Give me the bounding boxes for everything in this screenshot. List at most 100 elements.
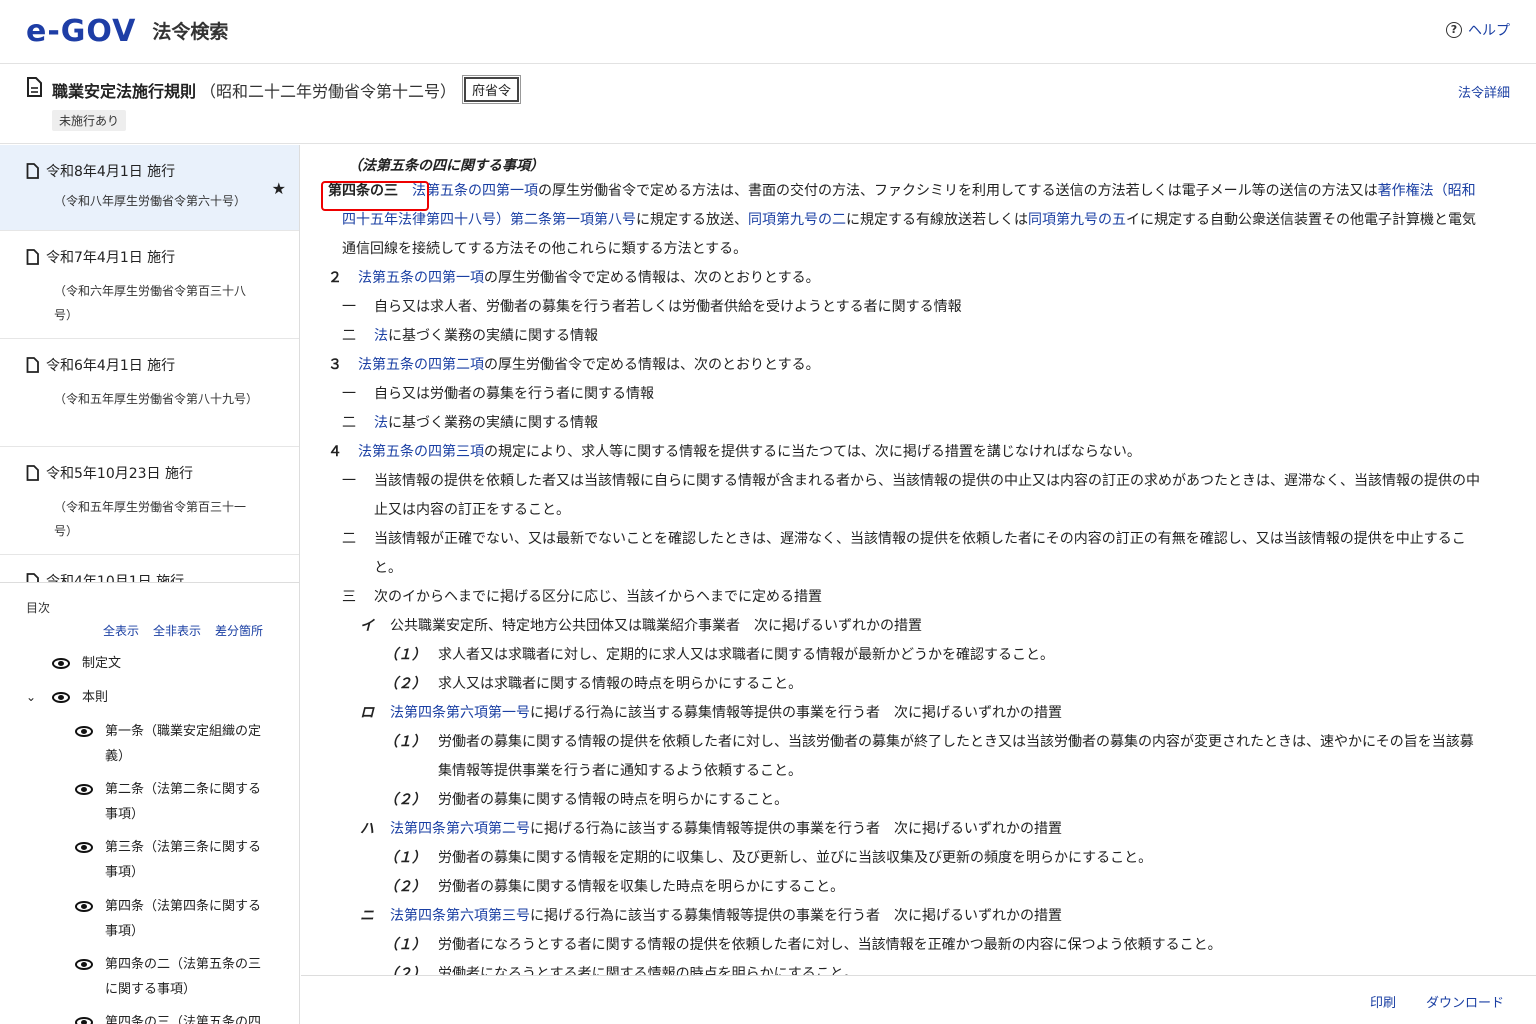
status-badge: 未施行あり bbox=[52, 110, 127, 131]
item-number: 二 bbox=[342, 415, 356, 431]
top-header: e-GOV 法令検索 ? ヘルプ bbox=[0, 0, 1536, 64]
eye-icon[interactable] bbox=[75, 901, 93, 912]
law-link[interactable]: 同項第九号の二 bbox=[748, 212, 846, 228]
text: に規定する放送、 bbox=[636, 212, 748, 228]
law-content: （法第五条の四に関する事項） 第四条の三 法第五条の四第一項の厚生労働省令で定め… bbox=[301, 145, 1536, 975]
law-link[interactable]: 同項第九号の五 bbox=[1028, 212, 1126, 228]
toc-item-label[interactable]: 本則 bbox=[82, 685, 108, 710]
eye-icon[interactable] bbox=[52, 692, 70, 703]
version-number: （令和八年厚生労働省令第六十号） bbox=[54, 194, 247, 208]
sub-item: ロ法第四条第六項第一号に掲げる行為に該当する募集情報等提供の事業を行う者 次に掲… bbox=[328, 699, 1483, 728]
text: に掲げる行為に該当する募集情報等提供の事業を行う者 次に掲げるいずれかの措置 bbox=[530, 908, 1062, 924]
toc-item-label[interactable]: 第三条（法第三条に関する事項） bbox=[105, 835, 265, 885]
law-link[interactable]: 法 bbox=[374, 415, 388, 431]
text: の規定により、求人等に関する情報を提供するに当たつては、次に掲げる措置を講じなけ… bbox=[484, 444, 1141, 460]
version-date: 令和7年4月1日 施行 bbox=[46, 250, 176, 266]
text: 次のイからヘまでに掲げる区分に応じ、当該イからヘまでに定める措置 bbox=[374, 589, 822, 605]
law-link[interactable]: 法第五条の四第二項 bbox=[358, 357, 484, 373]
eye-icon[interactable] bbox=[52, 658, 70, 669]
paragraph-3: ３ 法第五条の四第二項の厚生労働省令で定める情報は、次のとおりとする。 bbox=[328, 351, 1483, 380]
version-item[interactable]: 令和4年10月1日 施行 bbox=[0, 555, 299, 583]
item-number: 二 bbox=[342, 328, 356, 344]
law-name: 職業安定法施行規則 bbox=[52, 81, 197, 101]
law-detail-link[interactable]: 法令詳細 bbox=[1458, 82, 1510, 101]
law-link[interactable]: 法第四条第六項第二号 bbox=[390, 821, 530, 837]
sub-sub-item: （１） 労働者の募集に関する情報を定期的に収集し、及び更新し、並びに当該収集及び更… bbox=[328, 844, 1483, 873]
law-link[interactable]: 法第四条第六項第一号 bbox=[390, 705, 530, 721]
law-type-badge: 府省令 bbox=[462, 75, 522, 104]
site-logo[interactable]: e-GOV 法令検索 bbox=[26, 16, 228, 48]
paragraph-number: ４ bbox=[328, 444, 342, 460]
toc-item-label[interactable]: 第四条の二（法第五条の三に関する事項） bbox=[105, 952, 265, 1002]
toc-item-label[interactable]: 制定文 bbox=[82, 651, 121, 676]
text: 当該情報の提供を依頼した者又は当該情報に自らに関する情報が含まれる者から、当該情… bbox=[374, 473, 1480, 518]
item-number: 一 bbox=[342, 473, 356, 489]
law-link[interactable]: 法第五条の四第三項 bbox=[358, 444, 484, 460]
toc-item[interactable]: 第三条（法第三条に関する事項） bbox=[75, 835, 265, 885]
item: 一 自ら又は労働者の募集を行う者に関する情報 bbox=[328, 380, 1483, 409]
sub-item-number: イ bbox=[360, 618, 374, 634]
version-item[interactable]: 令和5年10月23日 施行 （令和五年厚生労働省令第百三十一号） bbox=[0, 447, 299, 555]
version-item[interactable]: 令和7年4月1日 施行 （令和六年厚生労働省令第百三十八号） bbox=[0, 231, 299, 339]
document-icon bbox=[26, 163, 39, 179]
item: 二 法に基づく業務の実績に関する情報 bbox=[328, 322, 1483, 351]
text: 労働者の募集に関する情報を定期的に収集し、及び更新し、並びに当該収集及び更新の頻… bbox=[438, 850, 1153, 866]
toc-item[interactable]: 第二条（法第二条に関する事項） bbox=[75, 777, 265, 827]
toc-item[interactable]: 第四条の二（法第五条の三に関する事項） bbox=[75, 952, 265, 1002]
article-title: 第四条の三 bbox=[321, 181, 429, 211]
text: 労働者の募集に関する情報の提供を依頼した者に対し、当該労働者の募集が終了したとき… bbox=[438, 734, 1474, 779]
text: 自ら又は労働者の募集を行う者に関する情報 bbox=[374, 386, 654, 402]
version-item[interactable]: 令和8年4月1日 施行 （令和八年厚生労働省令第六十号） ★ bbox=[0, 145, 299, 231]
article-body: （法第五条の四に関する事項） 第四条の三 法第五条の四第一項の厚生労働省令で定め… bbox=[321, 155, 1483, 975]
highlight-box bbox=[321, 181, 429, 211]
law-title-bar: 職業安定法施行規則 （昭和二十二年労働省令第十二号） 府省令 未施行あり 法令詳… bbox=[0, 64, 1536, 144]
document-icon bbox=[26, 573, 39, 582]
toc-item-label[interactable]: 第一条（職業安定組織の定義） bbox=[105, 719, 265, 769]
eye-icon[interactable] bbox=[75, 1017, 93, 1024]
text: 求人又は求職者に関する情報の時点を明らかにすること。 bbox=[438, 676, 803, 692]
toc-item[interactable]: 第四条の三（法第五条の四に関する事項） bbox=[75, 1010, 265, 1024]
toc-item-label[interactable]: 第四条の三（法第五条の四に関する事項） bbox=[105, 1010, 265, 1024]
eye-icon[interactable] bbox=[75, 726, 93, 737]
eye-icon[interactable] bbox=[75, 959, 93, 970]
version-date: 令和4年10月1日 施行 bbox=[46, 574, 185, 583]
star-icon[interactable]: ★ bbox=[272, 179, 286, 198]
sub-item-number: ニ bbox=[360, 908, 374, 924]
hide-all-link[interactable]: 全非表示 bbox=[153, 622, 201, 639]
law-link[interactable]: 法第四条第六項第三号 bbox=[390, 908, 530, 924]
law-link[interactable]: 法第五条の四第一項 bbox=[412, 183, 538, 199]
text: 労働者になろうとする者に関する情報の時点を明らかにすること。 bbox=[438, 966, 858, 975]
eye-icon[interactable] bbox=[75, 842, 93, 853]
version-item[interactable]: 令和6年4月1日 施行 （令和五年厚生労働省令第八十九号） bbox=[0, 339, 299, 447]
print-link[interactable]: 印刷 bbox=[1370, 992, 1396, 1011]
toc-item[interactable]: 第四条（法第四条に関する事項） bbox=[75, 894, 265, 944]
sub-sub-item-number: （２） bbox=[384, 792, 426, 808]
table-of-contents: 目次 全表示 全非表示 差分箇所 制定文 本則 ⌄ 第一条（職業安定組織の定義）… bbox=[0, 585, 299, 1024]
version-list[interactable]: 令和8年4月1日 施行 （令和八年厚生労働省令第六十号） ★ 令和7年4月1日 … bbox=[0, 145, 299, 583]
item-number: 三 bbox=[342, 589, 356, 605]
chevron-down-icon[interactable]: ⌄ bbox=[26, 685, 36, 710]
toc-item[interactable]: 制定文 bbox=[52, 651, 121, 676]
download-link[interactable]: ダウンロード bbox=[1426, 992, 1504, 1011]
law-link[interactable]: 法第五条の四第一項 bbox=[358, 270, 484, 286]
sub-sub-item-number: （２） bbox=[384, 966, 426, 975]
toc-label: 目次 bbox=[26, 601, 51, 615]
eye-icon[interactable] bbox=[75, 784, 93, 795]
sub-sub-item-number: （２） bbox=[384, 879, 426, 895]
sub-item-number: ロ bbox=[360, 705, 374, 721]
text: に基づく業務の実績に関する情報 bbox=[388, 415, 598, 431]
toc-item-label[interactable]: 第二条（法第二条に関する事項） bbox=[105, 777, 265, 827]
toc-item-label[interactable]: 第四条（法第四条に関する事項） bbox=[105, 894, 265, 944]
toc-item[interactable]: 本則 bbox=[52, 685, 108, 710]
toc-item[interactable]: 第一条（職業安定組織の定義） bbox=[75, 719, 265, 769]
text: 公共職業安定所、特定地方公共団体又は職業紹介事業者 次に掲げるいずれかの措置 bbox=[390, 618, 922, 634]
sub-sub-item: （２） 労働者になろうとする者に関する情報の時点を明らかにすること。 bbox=[328, 960, 1483, 975]
document-icon bbox=[27, 77, 42, 97]
show-all-link[interactable]: 全表示 bbox=[103, 622, 139, 639]
site-name: 法令検索 bbox=[152, 21, 229, 43]
law-link[interactable]: 法 bbox=[374, 328, 388, 344]
item-number: 二 bbox=[342, 531, 356, 547]
diff-link[interactable]: 差分箇所 bbox=[215, 622, 263, 639]
help-link[interactable]: ? ヘルプ bbox=[1446, 20, 1510, 40]
item: 二 法に基づく業務の実績に関する情報 bbox=[328, 409, 1483, 438]
